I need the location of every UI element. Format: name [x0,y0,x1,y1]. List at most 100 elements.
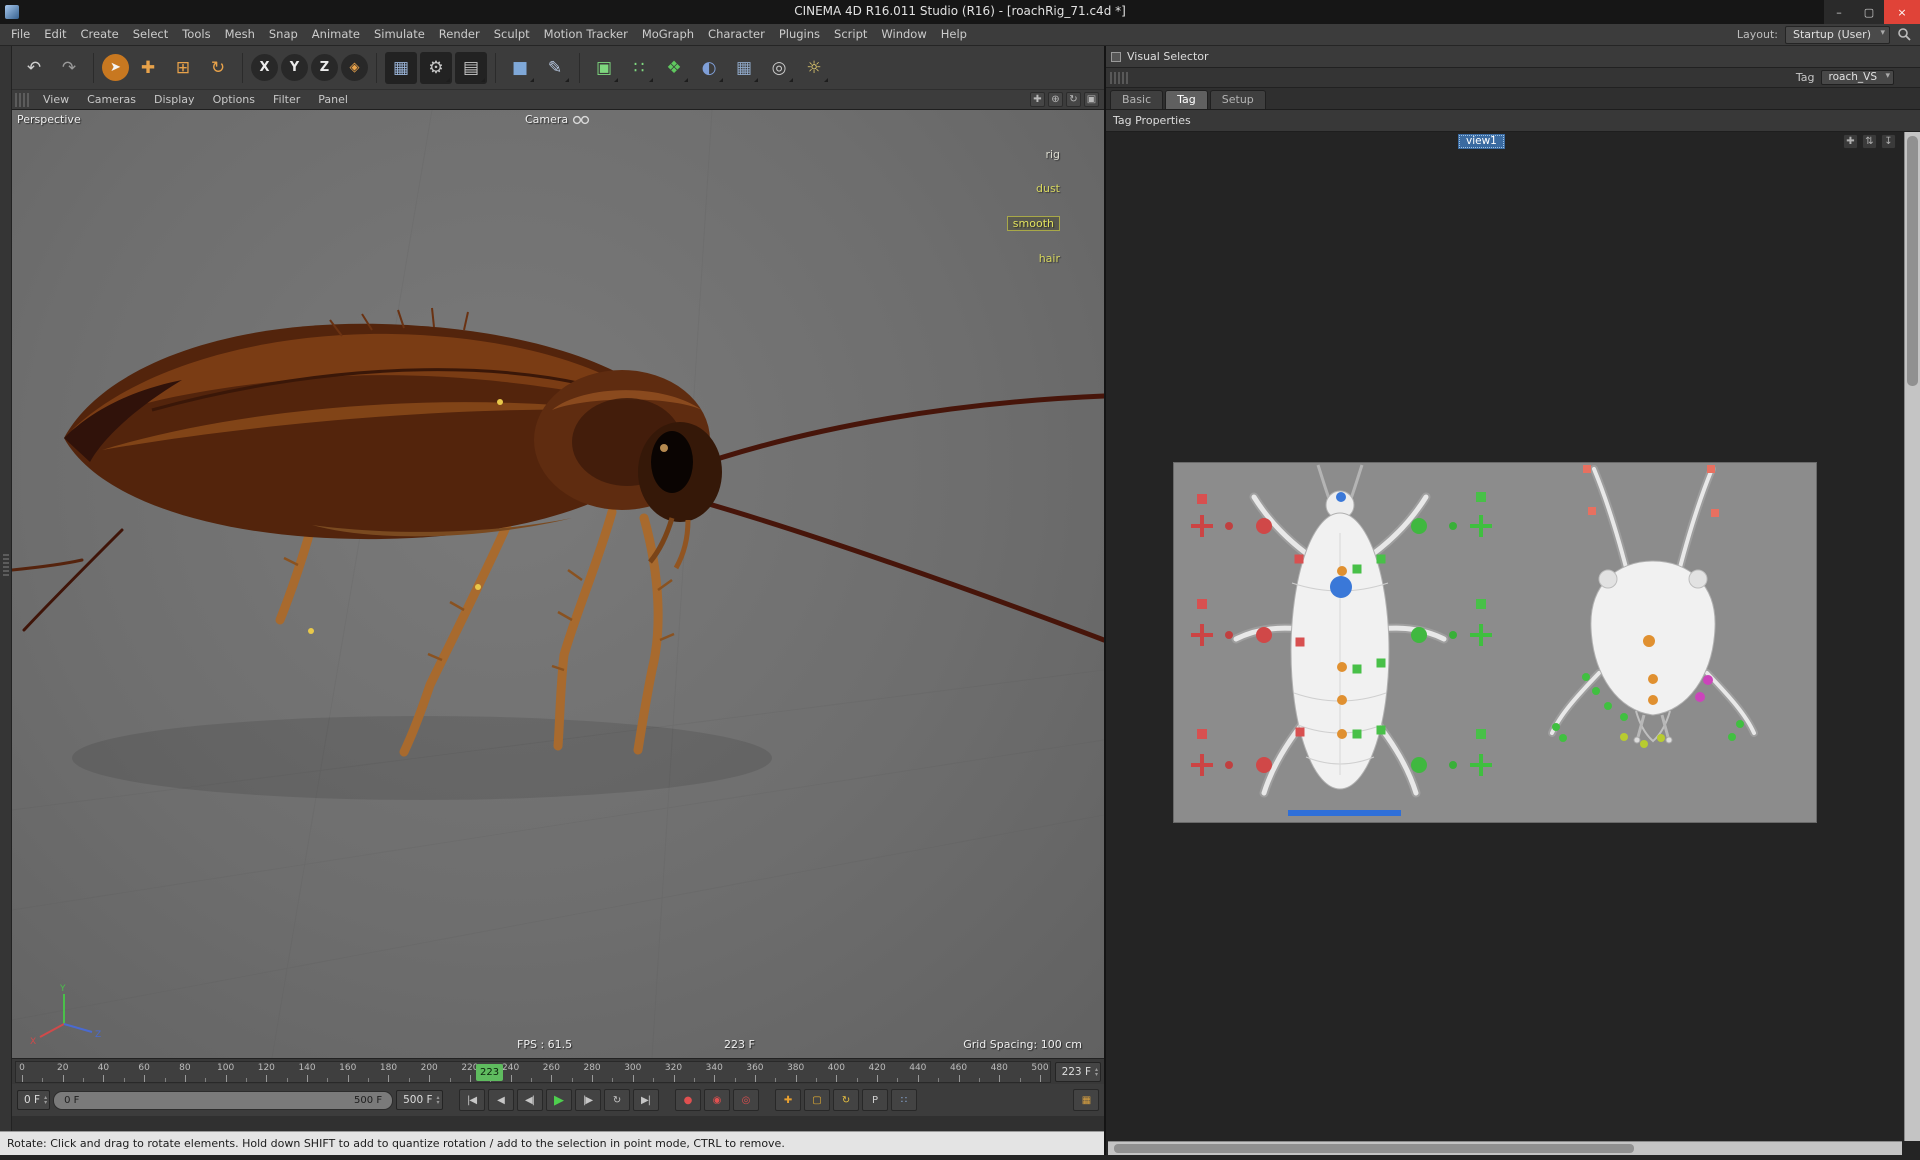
selector-marker[interactable] [1337,695,1347,705]
panel-header[interactable]: Visual Selector [1106,46,1920,68]
menu-snap[interactable]: Snap [262,27,305,41]
selector-marker[interactable] [1476,492,1486,502]
viewport-menu-options[interactable]: Options [204,93,264,106]
timeline-ruler[interactable]: 0204060801001201401601802002202402602803… [15,1061,1051,1083]
render-view-icon[interactable]: ▦ [385,52,417,84]
selector-marker[interactable] [1620,713,1628,721]
next-frame-button[interactable]: |▶ [575,1089,601,1111]
current-frame-marker[interactable]: 223 [476,1064,503,1081]
tag-grip-icon[interactable] [1110,72,1128,84]
selector-marker[interactable] [1353,565,1362,574]
x-axis-lock-icon[interactable]: X [251,54,278,81]
menu-animate[interactable]: Animate [305,27,367,41]
viewport-menu-display[interactable]: Display [145,93,204,106]
selector-marker[interactable] [1411,627,1427,643]
undo-icon[interactable]: ↶ [18,52,50,84]
record-parameter-button[interactable]: P [862,1089,888,1111]
subdivision-surface-icon[interactable]: ▣ [588,52,620,84]
selector-marker[interactable] [1225,761,1233,769]
selector-marker[interactable] [1337,729,1347,739]
hud-tag-smooth[interactable]: smooth [1007,216,1060,231]
spinner-arrows[interactable]: ▴▾ [44,1095,47,1105]
play-button[interactable]: ▶ [546,1089,572,1111]
array-generator-icon[interactable]: ∷ [623,52,655,84]
menu-file[interactable]: File [4,27,37,41]
selector-marker[interactable] [1337,662,1347,672]
selector-marker[interactable] [1377,659,1386,668]
play-backward-button[interactable]: ◀ [488,1089,514,1111]
mograph-cloner-icon[interactable]: ❖ [658,52,690,84]
view-label[interactable]: Perspective [17,113,81,126]
selector-marker[interactable] [1197,729,1207,739]
menu-window[interactable]: Window [874,27,933,41]
record-rotation-button[interactable]: ↻ [833,1089,859,1111]
deformer-icon[interactable]: ◐ [693,52,725,84]
keyframe-selection-button[interactable]: ▦ [1073,1089,1099,1111]
move-panel-icon[interactable]: ✚ [1843,134,1858,149]
selector-marker[interactable] [1377,555,1386,564]
cockroach-model[interactable] [12,110,1104,1058]
selector-marker[interactable] [1476,599,1486,609]
hud-tag-rig[interactable]: rig [1045,148,1060,161]
search-icon[interactable] [1897,27,1912,42]
live-selection-icon[interactable]: ➤ [102,54,129,81]
rotate-tool-icon[interactable]: ↻ [202,52,234,84]
left-palette-strip[interactable] [0,46,12,1155]
scrollbar-thumb[interactable] [1114,1144,1634,1153]
record-options-button[interactable]: ◎ [733,1089,759,1111]
menu-mesh[interactable]: Mesh [218,27,262,41]
previous-frame-button[interactable]: ◀| [517,1089,543,1111]
selector-marker[interactable] [1552,723,1560,731]
minimize-button[interactable]: – [1824,0,1854,24]
selector-marker[interactable] [1256,627,1272,643]
maximize-view-icon[interactable]: ▣ [1084,92,1099,107]
hud-tag-hair[interactable]: hair [1039,252,1060,265]
move-tool-icon[interactable]: ✚ [132,52,164,84]
maximize-button[interactable]: ▢ [1854,0,1884,24]
selector-marker[interactable] [1470,624,1492,646]
selector-marker[interactable] [1449,761,1457,769]
camera-axes-icon[interactable] [572,114,590,126]
selector-marker[interactable] [1707,465,1715,473]
selector-marker[interactable] [1728,733,1736,741]
selector-marker[interactable] [1411,518,1427,534]
selector-marker[interactable] [1604,702,1612,710]
viewport-grip-icon[interactable] [15,93,31,107]
light-tool-icon[interactable]: ☼ [798,52,830,84]
grid-array-icon[interactable]: ▦ [728,52,760,84]
selector-marker[interactable] [1336,492,1346,502]
menu-help[interactable]: Help [934,27,974,41]
selector-marker[interactable] [1197,494,1207,504]
loop-button[interactable]: ↻ [604,1089,630,1111]
selector-marker[interactable] [1337,566,1347,576]
range-end-spinner[interactable]: 500 F ▴▾ [396,1090,442,1110]
selector-marker[interactable] [1191,624,1213,646]
coordinate-system-icon[interactable]: ◈ [341,54,368,81]
selector-marker[interactable] [1225,522,1233,530]
selector-marker[interactable] [1296,728,1305,737]
rotate-view-icon[interactable]: ↻ [1066,92,1081,107]
autokey-button[interactable]: ◉ [704,1089,730,1111]
selector-marker[interactable] [1559,734,1567,742]
viewport-menu-panel[interactable]: Panel [309,93,357,106]
pin-panel-icon[interactable]: ↧ [1881,134,1896,149]
view-tab-view1[interactable]: view1 [1458,134,1505,149]
selector-marker[interactable] [1256,757,1272,773]
selector-marker[interactable] [1470,754,1492,776]
menu-create[interactable]: Create [74,27,126,41]
panel-horizontal-scrollbar[interactable] [1108,1141,1902,1155]
y-axis-lock-icon[interactable]: Y [281,54,308,81]
scrollbar-thumb[interactable] [1907,136,1918,386]
render-settings-icon[interactable]: ⚙ [420,52,452,84]
tab-tag[interactable]: Tag [1165,90,1208,109]
selector-marker[interactable] [1377,726,1386,735]
selector-marker[interactable] [1657,734,1665,742]
selector-marker[interactable] [1225,631,1233,639]
record-scale-button[interactable]: ▢ [804,1089,830,1111]
panel-window-icon[interactable] [1111,52,1121,62]
panel-vertical-scrollbar[interactable] [1904,132,1920,1141]
menu-select[interactable]: Select [126,27,175,41]
goto-end-button[interactable]: ▶| [633,1089,659,1111]
menu-mograph[interactable]: MoGraph [635,27,701,41]
menu-plugins[interactable]: Plugins [772,27,827,41]
